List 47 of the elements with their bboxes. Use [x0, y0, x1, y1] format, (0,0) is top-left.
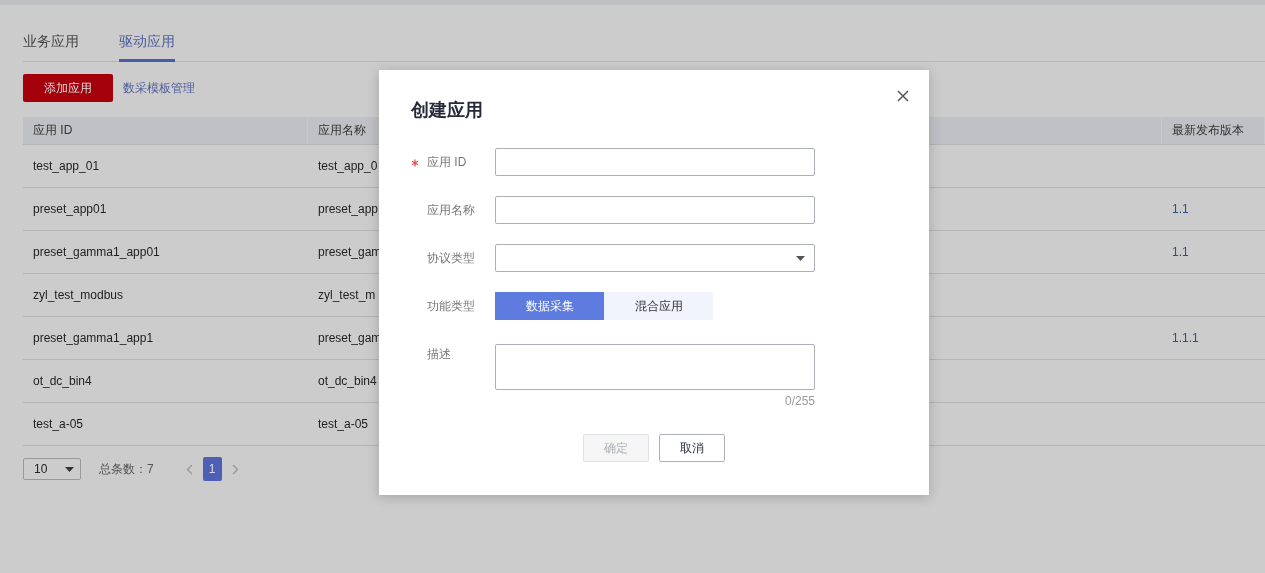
table-cell: 1.1.1	[1172, 331, 1199, 345]
table-cell: zyl_test_modbus	[33, 288, 124, 302]
column-header: 最新发布版本	[1172, 122, 1244, 139]
column-header: 应用名称	[318, 122, 366, 139]
template-link[interactable]: 数采模板管理	[123, 79, 195, 97]
column-header: 应用 ID	[33, 122, 73, 139]
next-page-icon[interactable]	[231, 463, 239, 475]
input-field[interactable]	[495, 196, 815, 224]
table-cell: 1.1	[1172, 245, 1189, 259]
field-label: 功能类型	[427, 297, 475, 315]
table-cell: ot_dc_bin4	[318, 374, 377, 388]
caret-icon	[65, 466, 74, 472]
table-cell: ot_dc_bin4	[33, 374, 92, 388]
table-cell: preset_gamma1_app1	[33, 331, 154, 345]
table-cell: preset_app01	[33, 202, 107, 216]
table-cell: test_a-05	[33, 417, 84, 431]
dialog-title: 创建应用	[411, 99, 484, 122]
table-cell: test_app_0	[318, 159, 378, 173]
table-cell: test_a-05	[318, 417, 369, 431]
required-asterisk-icon	[411, 159, 419, 167]
cancel-button[interactable]: 取消	[659, 434, 725, 462]
table-cell: preset_gam	[318, 245, 382, 259]
segment-option[interactable]: 混合应用	[604, 292, 713, 320]
tab[interactable]: 驱动应用	[119, 31, 175, 62]
field-label: 协议类型	[427, 249, 475, 267]
close-icon[interactable]	[897, 90, 909, 102]
page-size-select[interactable]: 10	[23, 458, 81, 480]
caret-icon	[796, 255, 805, 261]
field-label: 描述	[427, 346, 451, 363]
table-cell: 1.1	[1172, 202, 1189, 216]
add-app-button[interactable]: 添加应用	[23, 74, 113, 102]
field-label: 应用名称	[427, 201, 475, 219]
input-field[interactable]	[495, 148, 815, 176]
table-cell: zyl_test_m	[318, 288, 376, 302]
table-cell: test_app_01	[33, 159, 100, 173]
character-counter: 0/255	[784, 394, 815, 408]
description-field[interactable]	[495, 344, 815, 390]
table-cell: preset_app	[318, 202, 379, 216]
page-number[interactable]: 1	[202, 457, 222, 481]
total-count: 总条数：7	[99, 460, 154, 478]
tab[interactable]: 业务应用	[23, 31, 79, 62]
segment-option[interactable]: 数据采集	[495, 292, 604, 320]
select-field[interactable]	[495, 244, 815, 272]
table-cell: preset_gamma1_app01	[33, 245, 160, 259]
table-cell: preset_gam	[318, 331, 382, 345]
field-label: 应用 ID	[427, 153, 467, 171]
previous-page-icon[interactable]	[185, 463, 193, 475]
